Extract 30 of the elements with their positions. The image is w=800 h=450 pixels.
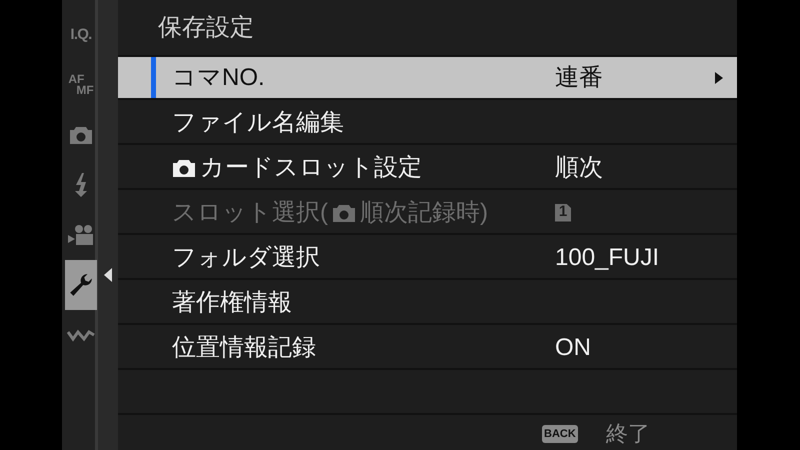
menu-title: 保存設定 — [158, 12, 254, 42]
row-value: 連番 — [555, 62, 603, 92]
row-label: カードスロット設定 — [200, 152, 422, 182]
wrench-icon — [68, 272, 94, 298]
connection-icon — [67, 328, 95, 342]
row-label: コマNO. — [172, 62, 265, 92]
row-value: 100_FUJI — [555, 242, 660, 272]
camera-icon — [332, 202, 356, 222]
sidebar-tab[interactable]: I.Q. — [65, 10, 97, 60]
selection-marker — [151, 57, 156, 98]
row-value: ON — [555, 332, 591, 362]
row-value: 順次 — [555, 152, 603, 182]
camera-icon — [172, 158, 196, 178]
flash-icon — [73, 173, 89, 197]
row-label: フォルダ選択 — [172, 242, 320, 272]
collapse-arrow-icon — [103, 268, 113, 282]
card-slot-badge: 1 — [555, 204, 571, 222]
back-key: BACK — [542, 424, 578, 442]
row-label: 著作権情報 — [172, 288, 292, 318]
camera-icon — [69, 125, 93, 145]
row-label: 位置情報記録 — [172, 332, 316, 362]
menu-row[interactable]: コマNO. 連番 — [118, 57, 737, 100]
exit-label: 終了 — [606, 420, 650, 448]
submenu-arrow-icon — [715, 72, 723, 84]
row-label: ファイル名編集 — [172, 108, 344, 138]
row-label: 順次記録時) — [360, 198, 488, 228]
sidebar-tab[interactable]: AF MF — [65, 60, 97, 110]
row-label: スロット選択( — [172, 198, 328, 228]
sidebar-tab[interactable] — [65, 260, 97, 310]
movie-camera-icon — [68, 224, 94, 246]
